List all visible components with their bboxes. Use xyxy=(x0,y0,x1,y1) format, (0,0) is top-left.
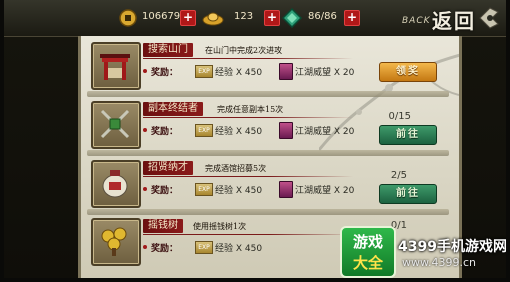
exp-reward: 经验 X 450 xyxy=(215,127,263,137)
bullet-icon xyxy=(143,245,147,249)
fame-icon xyxy=(279,122,293,139)
goto-button[interactable]: 前往 xyxy=(379,125,437,145)
exp-icon: EXP xyxy=(195,65,213,78)
game-screen: 1066791 + 123 + 86/86 + BACK 返回 搜索山门 在山门… xyxy=(4,0,506,278)
bullet-icon xyxy=(143,187,147,191)
exp-reward: 经验 X 450 xyxy=(215,244,263,254)
divider xyxy=(87,150,449,156)
exp-reward: 经验 X 450 xyxy=(215,68,263,78)
back-arrow-icon xyxy=(479,7,499,29)
reward-row: 奖励： EXP 经验 X 450 江湖威望 X 20 xyxy=(143,122,383,139)
watermark-text: 4399手机游戏网 xyxy=(398,239,506,255)
add-jade-button[interactable]: + xyxy=(344,10,360,26)
gold-ingot-icon xyxy=(202,8,224,28)
exp-icon: EXP xyxy=(195,124,213,137)
exp-icon: EXP xyxy=(195,241,213,254)
bullet-icon xyxy=(143,69,147,73)
quest-underline xyxy=(143,234,353,235)
reward-row: 奖励： EXP 经验 X 450 江湖威望 X 20 xyxy=(143,181,383,198)
quest-progress: 0/15 xyxy=(388,111,411,122)
quest-name: 摇钱树 xyxy=(143,219,183,233)
goto-button[interactable]: 前往 xyxy=(379,184,437,204)
quest-name: 招贤纳才 xyxy=(143,161,193,175)
exp-reward: 经验 X 450 xyxy=(215,186,263,196)
quest-desc: 使用摇钱树1次 xyxy=(193,222,247,231)
quest-desc: 完成酒馆招募5次 xyxy=(205,164,267,173)
fame-reward: 江湖威望 X 20 xyxy=(295,186,355,196)
money-tree-icon xyxy=(91,218,141,266)
quest-item-recruit-talent: 招贤纳才 完成酒馆招募5次 奖励： EXP 经验 X 450 江湖威望 X 20… xyxy=(87,158,449,208)
claim-button[interactable]: 领奖 xyxy=(379,62,437,82)
fame-reward: 江湖威望 X 20 xyxy=(295,127,355,137)
wine-jar-icon xyxy=(91,160,141,208)
reward-label: 奖励： xyxy=(151,186,179,196)
bullet-icon xyxy=(143,128,147,132)
reward-label: 奖励： xyxy=(151,68,179,78)
quest-progress: 2/5 xyxy=(390,170,407,181)
jade-icon xyxy=(281,7,303,29)
quest-underline xyxy=(143,117,353,118)
jade-count: 86/86 xyxy=(308,11,337,22)
reward-label: 奖励： xyxy=(151,127,179,137)
coin-resource: 1066791 + xyxy=(118,8,196,28)
divider xyxy=(87,91,449,97)
quest-item-dungeon-finisher: 副本终结者 完成任意副本15次 奖励： EXP 经验 X 450 江湖威望 X … xyxy=(87,99,449,149)
back-button[interactable]: BACK 返回 xyxy=(390,2,500,34)
divider xyxy=(87,209,449,215)
jade-resource: 86/86 + xyxy=(281,7,372,29)
watermark-url: www.4399.cn xyxy=(402,256,476,269)
back-label-en: BACK xyxy=(402,16,431,26)
gold-count: 123 xyxy=(234,11,254,22)
add-gold-button[interactable]: + xyxy=(264,10,280,26)
resource-bar: 1066791 + 123 + 86/86 + BACK 返回 xyxy=(4,0,506,37)
gold-resource: 123 + xyxy=(202,8,280,28)
watermark-logo-line2: 大全 xyxy=(352,254,383,272)
fame-icon xyxy=(279,63,293,80)
quest-underline xyxy=(143,58,353,59)
fame-icon xyxy=(279,181,293,198)
quest-desc: 完成任意副本15次 xyxy=(217,105,284,114)
watermark-logo-line1: 游戏 xyxy=(352,233,383,251)
quest-name: 搜索山门 xyxy=(143,43,193,57)
quest-item-search-mountain-gate: 搜索山门 在山门中完成2次进攻 奖励： EXP 经验 X 450 江湖威望 X … xyxy=(87,40,449,90)
quest-desc: 在山门中完成2次进攻 xyxy=(205,46,283,55)
exp-icon: EXP xyxy=(195,183,213,196)
quest-underline xyxy=(143,176,353,177)
fame-reward: 江湖威望 X 20 xyxy=(295,68,355,78)
back-label: 返回 xyxy=(432,9,476,33)
coin-icon xyxy=(118,8,138,28)
reward-row: 奖励： EXP 经验 X 450 江湖威望 X 20 xyxy=(143,63,383,80)
gate-icon xyxy=(91,42,141,90)
quest-name: 副本终结者 xyxy=(143,102,203,116)
watermark-logo: 游戏 大全 xyxy=(340,226,396,278)
add-coin-button[interactable]: + xyxy=(180,10,196,26)
reward-label: 奖励： xyxy=(151,244,179,254)
crossed-swords-icon xyxy=(91,101,141,149)
